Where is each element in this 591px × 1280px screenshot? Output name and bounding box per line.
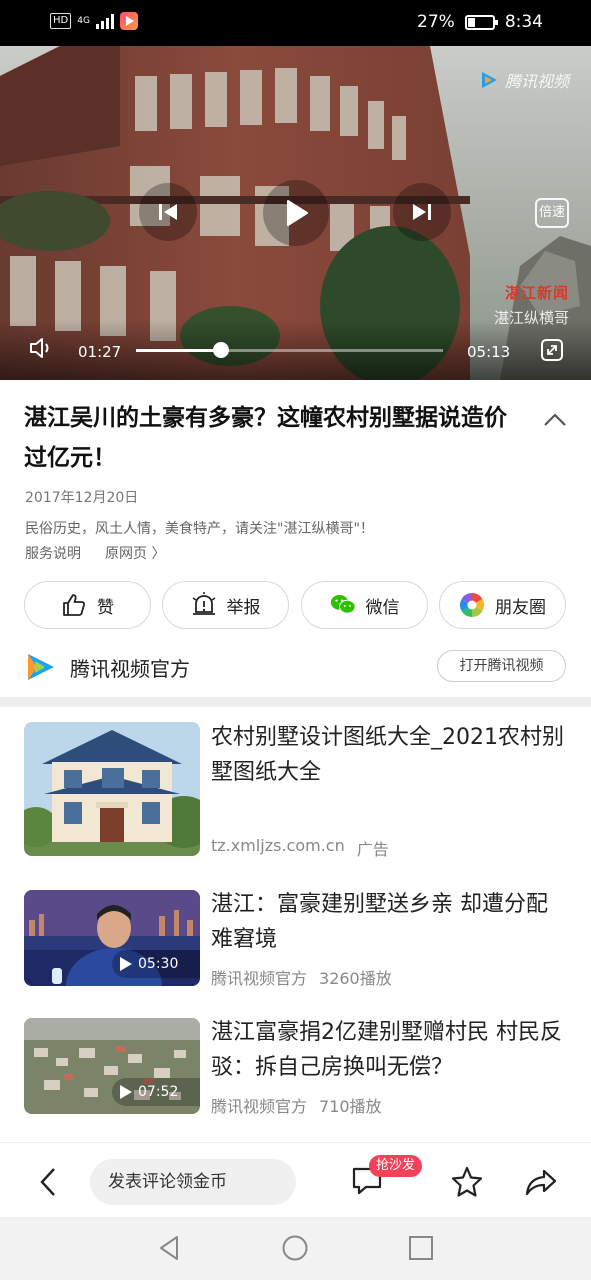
play-icon [120,957,132,971]
villa-render-image [24,722,200,856]
related-meta-3: 腾讯视频官方 710播放 [211,1093,382,1117]
stamp-news-text: 湛江新闻 [504,284,569,302]
duration-badge-3: 07:52 [112,1078,200,1106]
system-navigation-bar [0,1217,591,1280]
related-source-2[interactable]: 腾讯视频官方 [211,965,307,989]
duration-3: 07:52 [138,1084,179,1100]
publish-date: 2017年12月20日 [25,490,139,506]
total-time: 05:13 [467,343,511,361]
thumbs-up-icon [61,592,87,618]
status-bar: HD 4G 27% 8:34 [0,0,591,46]
hd-indicator: HD [50,13,72,29]
related-plays-2: 3260播放 [319,969,392,988]
section-divider [0,697,591,707]
wechat-share-button[interactable]: 微信 [301,581,428,629]
moments-label: 朋友圈 [495,597,546,618]
tencent-video-logo-icon [28,654,54,680]
speed-button[interactable]: 倍速 [535,198,569,228]
related-plays-3: 710播放 [319,1097,382,1116]
related-thumbnail-1[interactable] [24,722,200,856]
original-page-link[interactable]: 原网页 〉 [105,543,165,563]
related-thumbnail-2[interactable]: 05:30 [24,890,200,986]
fullscreen-icon[interactable] [540,338,564,362]
video-title: 湛江吴川的土豪有多豪？这幢农村别墅据说造价过亿元！ [24,405,507,471]
report-button[interactable]: 举报 [162,581,289,629]
signal-icon [95,13,114,29]
report-label: 举报 [226,597,261,618]
bottom-action-bar: 发表评论领金币 抢沙发 [0,1142,591,1217]
related-title-1[interactable]: 农村别墅设计图纸大全_2021农村别墅图纸大全 [211,720,565,790]
status-left: HD 4G [50,12,138,30]
clock: 8:34 [504,12,543,32]
wechat-icon [330,592,356,618]
like-button[interactable]: 赞 [24,581,151,629]
nav-recents-icon[interactable] [406,1233,436,1263]
play-icon [287,200,308,226]
app-notification-icon [119,12,138,30]
volume-icon[interactable] [28,336,54,360]
nav-back-icon[interactable] [155,1233,185,1263]
next-icon [413,204,431,220]
related-meta-1: tz.xmljzs.com.cn 广告 [211,836,389,860]
related-title-2[interactable]: 湛江：富豪建别墅送乡亲 却遭分配难窘境 [211,887,565,957]
service-info-link[interactable]: 服务说明 [25,543,81,563]
video-watermark: 腾讯视频 [479,68,569,92]
comment-badge: 抢沙发 [369,1155,423,1177]
previous-button[interactable] [139,183,197,241]
progress-track[interactable] [136,342,443,358]
status-right: 27% 8:34 [417,12,543,32]
progress-fill [136,349,222,352]
related-meta-2: 腾讯视频官方 3260播放 [211,965,392,989]
ad-domain[interactable]: tz.xmljzs.com.cn [211,836,345,860]
play-icon [120,1085,132,1099]
related-thumbnail-3[interactable]: 07:52 [24,1018,200,1114]
moments-icon [459,592,485,618]
comment-input[interactable]: 发表评论领金币 [90,1159,296,1205]
video-player[interactable]: 腾讯视频 倍速 湛江新闻 湛江纵横哥 01:27 05:13 [0,46,591,380]
share-icon[interactable] [524,1165,558,1199]
current-time: 01:27 [78,343,122,361]
open-tencent-video-button[interactable]: 打开腾讯视频 [437,650,566,682]
previous-icon [159,204,177,220]
battery-icon [464,14,498,30]
nav-home-icon[interactable] [280,1233,310,1263]
collapse-chevron-icon[interactable] [541,407,569,433]
description-links: 服务说明 原网页 〉 [25,543,165,563]
related-source-3[interactable]: 腾讯视频官方 [211,1093,307,1117]
network-indicator: 4G [77,16,90,26]
next-button[interactable] [393,183,451,241]
ad-tag: 广告 [356,840,389,859]
play-button[interactable] [263,180,329,246]
favorite-star-icon[interactable] [450,1165,484,1199]
related-title-3[interactable]: 湛江富豪捐2亿建别墅赠村民 村民反驳：拆自己房换叫无偿？ [211,1015,565,1085]
source-name[interactable]: 腾讯视频官方 [70,653,190,682]
report-icon [191,592,217,618]
battery-percent: 27% [417,12,455,32]
duration-badge-2: 05:30 [112,950,200,978]
like-label: 赞 [97,597,114,618]
duration-2: 05:30 [138,956,179,972]
moments-share-button[interactable]: 朋友圈 [439,581,566,629]
back-arrow-icon[interactable] [36,1165,60,1199]
watermark-text: 腾讯视频 [504,72,569,91]
wechat-label: 微信 [365,597,400,618]
tencent-video-logo-icon [481,72,497,88]
video-description: 民俗历史，风土人情，美食特产，请关注"湛江纵横哥"！ [25,521,374,537]
